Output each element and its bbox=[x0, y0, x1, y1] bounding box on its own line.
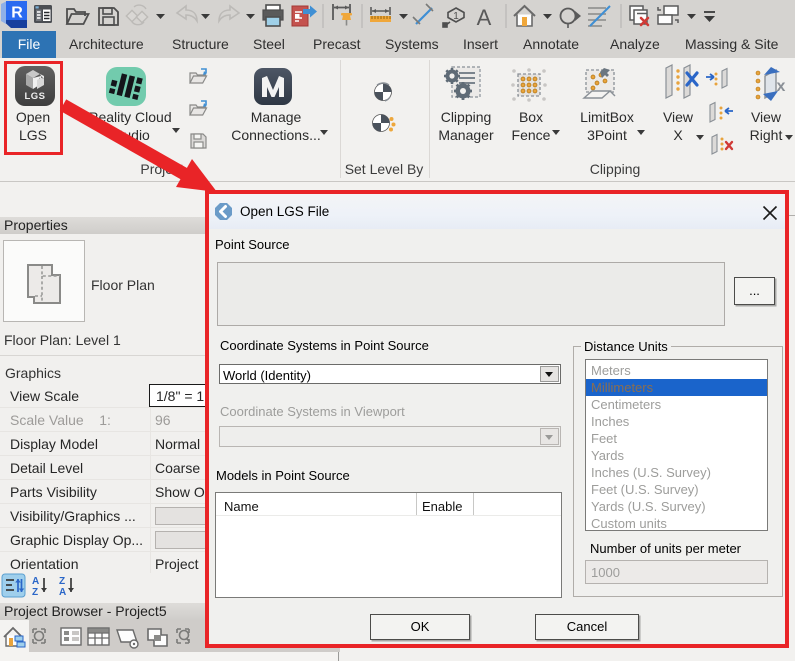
svg-text:x: x bbox=[777, 78, 786, 95]
svg-text:A: A bbox=[59, 587, 66, 598]
svg-text:Z: Z bbox=[59, 576, 65, 587]
svg-text:R: R bbox=[11, 5, 23, 22]
svg-text:A: A bbox=[477, 5, 492, 30]
svg-text:1: 1 bbox=[453, 11, 459, 22]
svg-text:Z: Z bbox=[32, 587, 38, 598]
svg-text:A: A bbox=[32, 576, 39, 587]
